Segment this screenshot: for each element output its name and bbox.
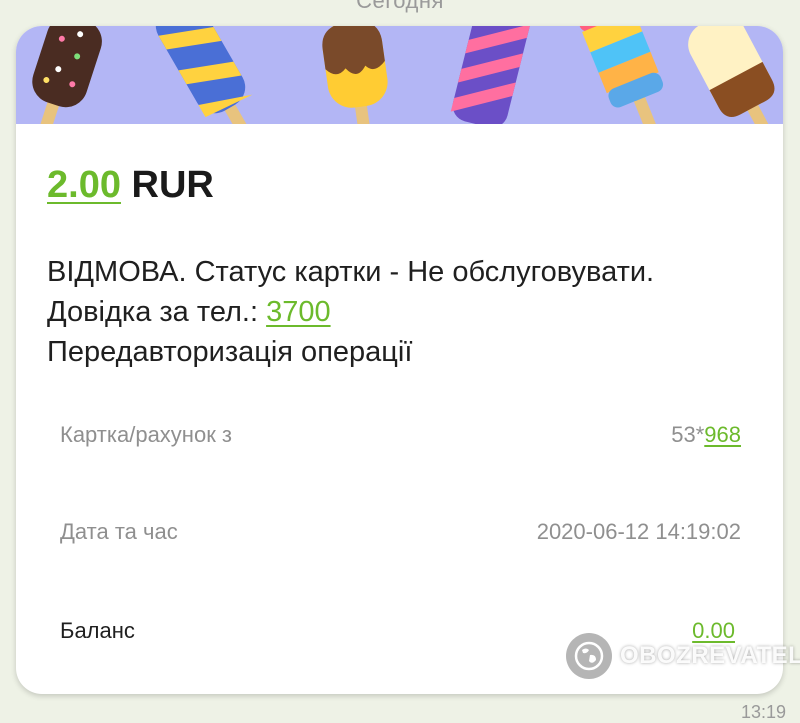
card-number-prefix: 53* bbox=[671, 422, 705, 447]
amount-value-link[interactable]: 2.00 bbox=[47, 164, 121, 206]
date-time-value: 2020-06-12 14:19:02 bbox=[536, 519, 741, 544]
popsicle-rainbow-icon bbox=[576, 26, 664, 124]
obozrevatel-watermark: OBOZREVATEL bbox=[566, 628, 800, 684]
popsicle-vanilla-chocolate-icon bbox=[688, 26, 776, 124]
date-time-row: Дата та час 2020-06-12 14:19:02 bbox=[60, 517, 741, 547]
popsicle-caramel-icon bbox=[322, 26, 388, 124]
transaction-message-card: 2.00 RUR ВІДМОВА. Статус картки - Не обс… bbox=[16, 26, 783, 694]
transaction-amount: 2.00 RUR bbox=[47, 164, 214, 207]
message-text-part2: Передавторизація операції bbox=[47, 336, 413, 368]
message-text-part1: ВІДМОВА. Статус картки - Не обслуговуват… bbox=[47, 256, 655, 328]
card-account-row: Картка/рахунок з 53*968 bbox=[60, 420, 741, 450]
popsicle-chocolate-sprinkles-icon bbox=[32, 26, 102, 124]
chat-date-header: Сегодня bbox=[356, 0, 444, 13]
card-number-link[interactable]: 968 bbox=[704, 422, 741, 447]
support-phone-link[interactable]: 3700 bbox=[266, 296, 331, 328]
transaction-message: ВІДМОВА. Статус картки - Не обслуговуват… bbox=[47, 252, 747, 372]
popsicle-striped-icon bbox=[450, 26, 532, 124]
popsicle-twist-icon bbox=[155, 26, 255, 124]
currency-label: RUR bbox=[131, 164, 214, 206]
card-account-label: Картка/рахунок з bbox=[60, 422, 233, 447]
ice-cream-banner bbox=[16, 26, 783, 124]
balance-label: Баланс bbox=[60, 618, 135, 643]
message-time: 13:19 bbox=[740, 702, 786, 722]
card-account-value: 53*968 bbox=[671, 420, 741, 450]
watermark-text: OBOZREVATEL bbox=[620, 642, 800, 669]
date-time-label: Дата та час bbox=[60, 519, 178, 544]
ice-cream-illustration bbox=[32, 26, 776, 124]
globe-icon bbox=[566, 633, 612, 679]
